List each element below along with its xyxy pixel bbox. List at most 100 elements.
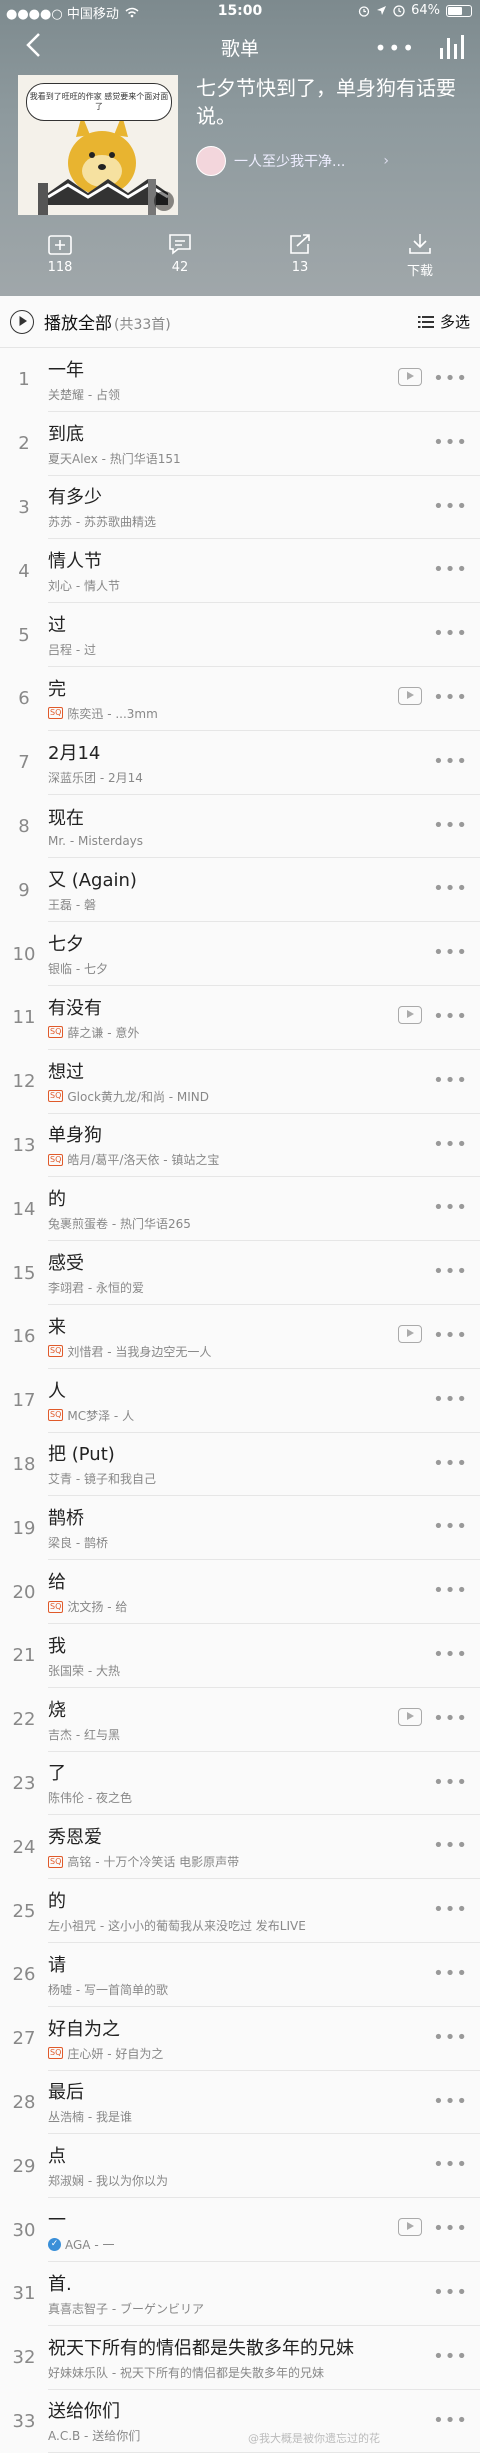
multi-select-button[interactable]: 多选 bbox=[418, 311, 470, 332]
song-row[interactable]: 16来SQ刘惜君 - 当我身边空无一人••• bbox=[0, 1305, 480, 1369]
song-more-icon[interactable]: ••• bbox=[433, 1006, 468, 1027]
song-more-icon[interactable]: ••• bbox=[433, 1772, 468, 1793]
song-more-icon[interactable]: ••• bbox=[433, 2282, 468, 2303]
song-row[interactable]: 11有没有SQ薛之谦 - 意外••• bbox=[0, 986, 480, 1050]
song-more-icon[interactable]: ••• bbox=[433, 496, 468, 517]
song-more-icon[interactable]: ••• bbox=[433, 1580, 468, 1601]
song-more-icon[interactable]: ••• bbox=[433, 1516, 468, 1537]
mv-play-icon[interactable] bbox=[398, 1325, 422, 1343]
mv-play-icon[interactable] bbox=[398, 2218, 422, 2236]
song-more-icon[interactable]: ••• bbox=[433, 368, 468, 389]
song-row[interactable]: 4情人节刘心 - 情人节••• bbox=[0, 539, 480, 603]
song-row[interactable]: 24秀恩爱SQ高铭 - 十万个冷笑话 电影原声带••• bbox=[0, 1815, 480, 1879]
song-row[interactable]: 15感受李翊君 - 永恒的爱••• bbox=[0, 1241, 480, 1305]
mv-play-icon[interactable] bbox=[398, 687, 422, 705]
song-row[interactable]: 26请杨嘘 - 写一首简单的歌••• bbox=[0, 1943, 480, 2007]
song-row[interactable]: 19鹊桥梁良 - 鹊桥••• bbox=[0, 1496, 480, 1560]
song-more-icon[interactable]: ••• bbox=[433, 2154, 468, 2175]
song-more-icon[interactable]: ••• bbox=[433, 2410, 468, 2431]
song-row[interactable]: 8现在Mr. - Misterdays••• bbox=[0, 795, 480, 859]
song-more-icon[interactable]: ••• bbox=[433, 1389, 468, 1410]
mv-play-icon[interactable] bbox=[398, 368, 422, 386]
song-more-icon[interactable]: ••• bbox=[433, 1070, 468, 1091]
song-more-icon[interactable]: ••• bbox=[433, 1453, 468, 1474]
song-index: 19 bbox=[0, 1518, 48, 1539]
song-more-icon[interactable]: ••• bbox=[433, 751, 468, 772]
song-row[interactable]: 32祝天下所有的情侣都是失散多年的兄妹好妹妹乐队 - 祝天下所有的情侣都是失散多… bbox=[0, 2326, 480, 2390]
song-row[interactable]: 21我张国荣 - 大热••• bbox=[0, 1624, 480, 1688]
multi-select-label: 多选 bbox=[440, 311, 470, 332]
song-artist-album: 关楚耀 - 占领 bbox=[48, 386, 370, 403]
play-all-button[interactable]: 播放全部(共33首) bbox=[44, 309, 171, 334]
play-circle-icon[interactable] bbox=[10, 310, 34, 334]
song-index: 13 bbox=[0, 1135, 48, 1156]
song-row[interactable]: 12想过SQGlock黄九龙/和尚 - MIND••• bbox=[0, 1050, 480, 1114]
song-info: 2月14深蓝乐团 - 2月14••• bbox=[48, 731, 480, 795]
now-playing-icon[interactable] bbox=[438, 34, 466, 60]
more-options-icon[interactable]: ••• bbox=[375, 36, 416, 60]
song-row[interactable]: 30一✓AGA - 一••• bbox=[0, 2198, 480, 2262]
song-row[interactable]: 14的兔裹煎蛋卷 - 热门华语265••• bbox=[0, 1177, 480, 1241]
song-more-icon[interactable]: ••• bbox=[433, 2027, 468, 2048]
mv-play-icon[interactable] bbox=[398, 1708, 422, 1726]
mv-play-icon[interactable] bbox=[398, 1006, 422, 1024]
song-row[interactable]: 18把 (Put)艾青 - 镜子和我自己••• bbox=[0, 1433, 480, 1497]
song-more-icon[interactable]: ••• bbox=[433, 2218, 468, 2239]
song-more-icon[interactable]: ••• bbox=[433, 687, 468, 708]
share-button[interactable]: 13 bbox=[240, 232, 360, 279]
song-more-icon[interactable]: ••• bbox=[433, 1899, 468, 1920]
song-more-icon[interactable]: ••• bbox=[433, 623, 468, 644]
song-more-icon[interactable]: ••• bbox=[433, 559, 468, 580]
song-subtitle: 好妹妹乐队 - 祝天下所有的情侣都是失散多年的兄妹 bbox=[48, 2364, 324, 2381]
song-row[interactable]: 10七夕银临 - 七夕••• bbox=[0, 922, 480, 986]
playlist-cover[interactable]: 我看到了旺旺的作家 感觉要来个面对面了 bbox=[18, 75, 178, 215]
song-row[interactable]: 23了陈伟伦 - 夜之色••• bbox=[0, 1752, 480, 1816]
song-more-icon[interactable]: ••• bbox=[433, 432, 468, 453]
song-index: 1 bbox=[0, 369, 48, 390]
song-row[interactable]: 33送给你们A.C.B - 送给你们•••@我大概是被你遗忘过的花 bbox=[0, 2390, 480, 2453]
song-more-icon[interactable]: ••• bbox=[433, 2091, 468, 2112]
song-row[interactable]: 13单身狗SQ皓月/葛平/洛天依 - 镇站之宝••• bbox=[0, 1114, 480, 1178]
song-row[interactable]: 27好自为之SQ庄心妍 - 好自为之••• bbox=[0, 2007, 480, 2071]
song-index: 4 bbox=[0, 561, 48, 582]
playlist-creator[interactable]: 一人至少我干净... › bbox=[196, 146, 389, 176]
song-more-icon[interactable]: ••• bbox=[433, 1963, 468, 1984]
song-subtitle: 左小祖咒 - 这小小的葡萄我从来没吃过 发布LIVE bbox=[48, 1917, 306, 1934]
song-more-icon[interactable]: ••• bbox=[433, 1644, 468, 1665]
song-row[interactable]: 1一年关楚耀 - 占领••• bbox=[0, 348, 480, 412]
song-row[interactable]: 28最后丛浩楠 - 我是谁••• bbox=[0, 2071, 480, 2135]
song-more-icon[interactable]: ••• bbox=[433, 1261, 468, 1282]
song-row[interactable]: 31首.真喜志智子 - ブーゲンビリア••• bbox=[0, 2262, 480, 2326]
song-more-icon[interactable]: ••• bbox=[433, 878, 468, 899]
song-more-icon[interactable]: ••• bbox=[433, 1325, 468, 1346]
cover-play-icon bbox=[154, 191, 174, 211]
favorite-button[interactable]: 118 bbox=[0, 232, 120, 279]
creator-name: 一人至少我干净... bbox=[234, 151, 345, 171]
song-row[interactable]: 9又 (Again)王磊 - 磐••• bbox=[0, 858, 480, 922]
song-row[interactable]: 29点郑淑娴 - 我以为你以为••• bbox=[0, 2134, 480, 2198]
song-row[interactable]: 2到底夏天Alex - 热门华语151••• bbox=[0, 412, 480, 476]
song-subtitle: 关楚耀 - 占领 bbox=[48, 386, 120, 403]
song-row[interactable]: 72月14深蓝乐团 - 2月14••• bbox=[0, 731, 480, 795]
song-more-icon[interactable]: ••• bbox=[433, 2346, 468, 2367]
song-more-icon[interactable]: ••• bbox=[433, 1708, 468, 1729]
song-artist-album: 刘心 - 情人节 bbox=[48, 577, 370, 594]
song-row[interactable]: 20给SQ沈文扬 - 给••• bbox=[0, 1560, 480, 1624]
song-row[interactable]: 3有多少苏苏 - 苏苏歌曲精选••• bbox=[0, 476, 480, 540]
song-row[interactable]: 6完SQ陈奕迅 - ...3mm••• bbox=[0, 667, 480, 731]
song-more-icon[interactable]: ••• bbox=[433, 1134, 468, 1155]
song-artist-album: 深蓝乐团 - 2月14 bbox=[48, 769, 370, 786]
song-info: 来SQ刘惜君 - 当我身边空无一人••• bbox=[48, 1305, 480, 1369]
song-more-icon[interactable]: ••• bbox=[433, 1835, 468, 1856]
song-more-icon[interactable]: ••• bbox=[433, 815, 468, 836]
download-button[interactable]: 下载 bbox=[360, 232, 480, 279]
song-row[interactable]: 25的左小祖咒 - 这小小的葡萄我从来没吃过 发布LIVE••• bbox=[0, 1879, 480, 1943]
song-row[interactable]: 22烧吉杰 - 红与黑••• bbox=[0, 1688, 480, 1752]
song-more-icon[interactable]: ••• bbox=[433, 942, 468, 963]
song-row[interactable]: 17人SQMC梦泽 - 人••• bbox=[0, 1369, 480, 1433]
playlist-title[interactable]: 七夕节快到了，单身狗有话要说。 bbox=[196, 74, 466, 130]
song-row[interactable]: 5过吕程 - 过••• bbox=[0, 603, 480, 667]
song-info: 请杨嘘 - 写一首简单的歌••• bbox=[48, 1943, 480, 2007]
comment-button[interactable]: 42 bbox=[120, 232, 240, 279]
song-more-icon[interactable]: ••• bbox=[433, 1197, 468, 1218]
